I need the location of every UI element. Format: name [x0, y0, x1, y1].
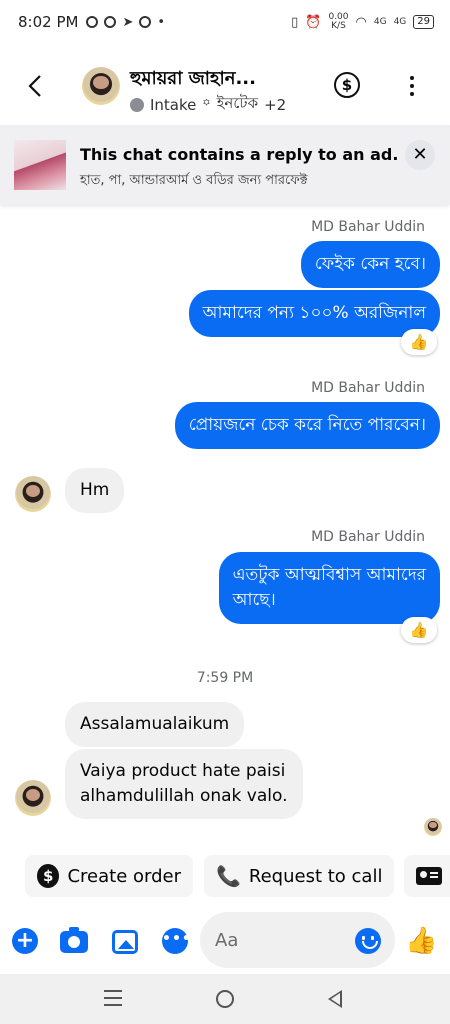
telegram-notification-icon: ➤ [122, 14, 134, 30]
label-intake: Intake [150, 95, 197, 114]
camera-icon[interactable] [60, 927, 88, 953]
messenger-notification-icon [86, 16, 99, 28]
outgoing-message[interactable]: আমাদের পন্য ১০০% অরজিনাল [188, 290, 440, 337]
plus-icon[interactable]: + [12, 928, 38, 954]
label-status-dot [130, 97, 144, 112]
like-icon[interactable]: 👍 [405, 926, 437, 956]
network-speed: 0.00 K/S [328, 13, 348, 31]
outgoing-message[interactable]: প্রোয়জনে চেক করে নিতে পারবেন। [174, 402, 440, 449]
message-line: এতটুক আত্মবিশ্বাস আমাদের [232, 565, 426, 585]
whatsapp-notification-icon [139, 16, 152, 28]
contact-name[interactable]: হুমায়রা জাহান... [130, 64, 256, 95]
signal-2: 4G [393, 17, 407, 27]
network-speed-unit: K/S [331, 21, 346, 31]
battery-indicator: 29 [413, 15, 434, 29]
more-notifications-icon: • [157, 14, 166, 30]
like-reaction[interactable]: 👍 [401, 617, 437, 643]
nav-back-icon[interactable] [328, 990, 342, 1008]
seen-indicator-avatar [424, 818, 442, 836]
dollar-icon: $ [37, 864, 60, 888]
status-bar: 8:02 PM ➤ • ▯ ⏰ 0.00 K/S ◠ 4G 4G 29 [0, 0, 450, 44]
contact-labels[interactable]: Intake ꙳ ইনটেক +2 [130, 92, 286, 117]
close-icon[interactable]: ✕ [405, 140, 435, 170]
incoming-message[interactable]: Assalamualaikum [65, 702, 245, 747]
contact-avatar-small[interactable] [15, 780, 51, 816]
status-time: 8:02 PM [18, 13, 79, 31]
signal-1: 4G [373, 17, 387, 27]
message-line: Vaiya product hate paisi [80, 761, 286, 781]
outgoing-message[interactable]: ফেইক কেন হবে। [300, 241, 440, 288]
incoming-message[interactable]: Hm [65, 468, 125, 513]
request-call-button[interactable]: 📞 Request to call [204, 855, 394, 897]
contact-card-icon [416, 867, 442, 885]
sender-label: MD Bahar Uddin [311, 529, 425, 545]
back-icon[interactable] [24, 72, 48, 100]
contact-avatar-small[interactable] [15, 476, 51, 512]
screen: 8:02 PM ➤ • ▯ ⏰ 0.00 K/S ◠ 4G 4G 29 হুমায… [0, 0, 450, 1024]
message-line: আছে। [232, 590, 276, 610]
menu-icon[interactable] [104, 990, 122, 1006]
image-icon[interactable] [112, 930, 138, 954]
phone-plus-icon: 📞 [216, 864, 241, 888]
like-reaction[interactable]: 👍 [401, 329, 437, 355]
more-icon[interactable] [402, 72, 422, 100]
chat-icon[interactable]: ••• [162, 928, 191, 954]
ad-banner-title: This chat contains a reply to an ad. [80, 145, 399, 164]
outgoing-message[interactable]: এতটুক আত্মবিশ্বাস আমাদের আছে। [218, 552, 440, 624]
alarm-icon: ⏰ [305, 14, 322, 30]
ad-reply-banner[interactable]: This chat contains a reply to an ad. হাত… [0, 125, 450, 205]
ad-banner-subtitle: হাত, পা, আন্ডারআর্ম ও বডির জন্য পারফেক্ট [80, 173, 308, 188]
sender-label: MD Bahar Uddin [311, 219, 425, 235]
emoji-icon[interactable] [355, 928, 381, 954]
chat-header: হুমায়রা জাহান... Intake ꙳ ইনটেক +2 $ [0, 52, 450, 120]
contact-card-button[interactable] [404, 855, 450, 897]
vibrate-icon: ▯ [291, 14, 299, 30]
status-right-icons: ▯ ⏰ 0.00 K/S ◠ 4G 4G 29 [291, 13, 434, 31]
contact-avatar[interactable] [82, 67, 120, 105]
ad-thumbnail [14, 140, 66, 190]
create-order-label: Create order [67, 865, 181, 887]
home-icon[interactable] [216, 990, 234, 1008]
dnd-notification-icon [104, 16, 117, 28]
dollar-icon[interactable]: $ [334, 72, 360, 98]
system-nav-bar [0, 974, 450, 1024]
sender-label: MD Bahar Uddin [311, 380, 425, 396]
request-call-label: Request to call [248, 865, 383, 887]
message-composer: + ••• 👍 [0, 912, 450, 970]
label-tag: ইনটেক [216, 94, 259, 112]
label-separator-icon: ꙳ [202, 95, 211, 114]
message-line: alhamdulillah onak valo. [80, 786, 288, 806]
create-order-button[interactable]: $ Create order [25, 855, 193, 897]
status-notification-icons: ➤ • [86, 15, 165, 30]
label-more-count: +2 [264, 95, 287, 114]
incoming-message[interactable]: Vaiya product hate paisi alhamdulillah o… [65, 749, 303, 819]
time-separator: 7:59 PM [196, 670, 254, 686]
wifi-icon: ◠ [355, 14, 367, 30]
